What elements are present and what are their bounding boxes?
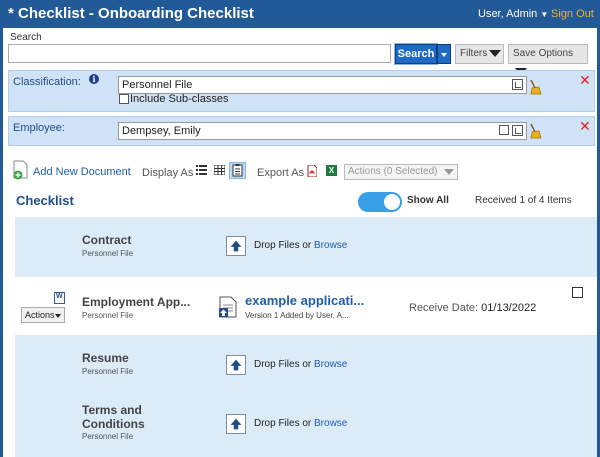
app-header: * Checklist - Onboarding Checklist User,… <box>0 0 600 28</box>
item-subtitle: Personnel File <box>82 311 134 320</box>
employee-panel: Employee: Dempsey, Emily ✕ <box>8 116 595 146</box>
close-icon[interactable]: ✕ <box>579 119 591 133</box>
row-actions-label: Actions <box>25 310 55 320</box>
search-label: Search <box>10 32 42 43</box>
broom-clear-icon[interactable] <box>528 123 542 139</box>
item-title: Employment App... <box>82 295 191 309</box>
list-view-icon[interactable] <box>196 165 207 175</box>
pdf-icon[interactable] <box>307 165 317 177</box>
row-select-checkbox[interactable] <box>572 287 583 298</box>
checklist-rows-group: Resume Personnel File Drop Files or Brow… <box>15 336 597 457</box>
classification-value: Personnel File <box>122 79 193 91</box>
user-name: User, Admin <box>478 8 538 20</box>
save-options-button[interactable]: Save Options <box>508 44 588 75</box>
close-icon[interactable]: ✕ <box>579 73 591 87</box>
item-subtitle: Personnel File <box>82 249 134 258</box>
drop-files-text: Drop Files or <box>254 359 315 370</box>
chevron-down-icon <box>441 53 447 57</box>
sign-out-link[interactable]: Sign Out <box>551 8 594 20</box>
item-subtitle: Personnel File <box>82 367 134 376</box>
document-version: Version 1 Added by User, A... <box>245 311 349 320</box>
open-external-icon[interactable] <box>499 125 509 135</box>
upload-icon[interactable] <box>226 236 246 256</box>
add-new-document-link[interactable]: Add New Document <box>33 166 131 178</box>
drop-files-area[interactable]: Drop Files or Browse <box>254 240 347 251</box>
item-subtitle: Personnel File <box>82 432 134 441</box>
employee-value: Dempsey, Emily <box>122 125 201 137</box>
classification-panel: Classification: i Personnel File ✕ Inclu… <box>8 70 595 112</box>
drop-files-text: Drop Files or <box>254 418 315 429</box>
word-doc-icon <box>54 292 65 304</box>
export-as-label: Export As <box>257 167 305 179</box>
employee-field[interactable]: Dempsey, Emily <box>118 122 527 140</box>
item-title: Contract <box>82 233 132 247</box>
table-view-icon[interactable] <box>229 162 246 179</box>
save-options-label: Save Options <box>513 48 574 59</box>
excel-icon[interactable]: X <box>326 165 337 176</box>
broom-clear-icon[interactable] <box>528 79 542 95</box>
employee-label: Employee: <box>13 122 65 134</box>
search-input[interactable] <box>8 44 391 63</box>
document-thumbnail-icon[interactable] <box>218 296 238 318</box>
drop-files-area[interactable]: Drop Files or Browse <box>254 418 347 429</box>
receive-date-label: Receive Date: <box>409 302 479 314</box>
show-all-label: Show All <box>407 195 449 206</box>
tree-browse-icon[interactable] <box>512 125 523 136</box>
search-options-dropdown[interactable] <box>437 44 451 64</box>
add-document-icon[interactable] <box>12 160 30 180</box>
search-button[interactable]: Search <box>395 44 437 64</box>
checklist-row-contract: Contract Personnel File Drop Files or Br… <box>15 217 597 276</box>
receive-date: Receive Date: 01/13/2022 <box>409 302 536 314</box>
browse-link[interactable]: Browse <box>314 240 347 251</box>
classification-field[interactable]: Personnel File <box>118 76 527 94</box>
page-title: * Checklist - Onboarding Checklist <box>8 5 254 22</box>
chevron-down-icon <box>55 314 61 318</box>
display-as-label: Display As <box>142 167 194 179</box>
classification-label: Classification: <box>13 76 81 88</box>
info-icon[interactable]: i <box>89 74 99 84</box>
include-subclasses-checkbox[interactable] <box>119 94 129 104</box>
checklist-title: Checklist <box>16 193 74 208</box>
filters-button[interactable]: Filters <box>455 44 504 64</box>
received-count: Received 1 of 4 Items <box>475 195 572 206</box>
drop-files-area[interactable]: Drop Files or Browse <box>254 359 347 370</box>
browse-link[interactable]: Browse <box>314 359 347 370</box>
item-title: Terms and Conditions <box>82 403 145 431</box>
actions-select[interactable]: Actions (0 Selected) <box>344 164 458 180</box>
drop-files-text: Drop Files or <box>254 240 315 251</box>
clipboard-icon <box>232 164 243 177</box>
receive-date-value: 01/13/2022 <box>481 302 537 314</box>
chevron-down-icon <box>444 169 454 175</box>
chevron-down-icon <box>489 49 502 57</box>
left-border <box>0 28 3 457</box>
tree-browse-icon[interactable] <box>512 79 523 90</box>
upload-icon[interactable] <box>226 355 246 375</box>
filters-label: Filters <box>460 48 488 59</box>
row-actions-button[interactable]: Actions <box>21 307 65 323</box>
toggle-knob <box>384 194 400 210</box>
browse-link[interactable]: Browse <box>314 418 347 429</box>
actions-select-value: Actions (0 Selected) <box>348 166 438 177</box>
user-menu[interactable]: User, Admin ▼ <box>478 8 548 20</box>
chevron-down-icon: ▼ <box>540 10 549 19</box>
include-subclasses-label: Include Sub-classes <box>130 93 229 105</box>
upload-icon[interactable] <box>226 414 246 434</box>
show-all-toggle[interactable] <box>358 192 402 212</box>
document-title-link[interactable]: example applicati... <box>245 293 364 308</box>
item-title: Resume <box>82 351 129 365</box>
grid-view-icon[interactable] <box>214 165 225 175</box>
